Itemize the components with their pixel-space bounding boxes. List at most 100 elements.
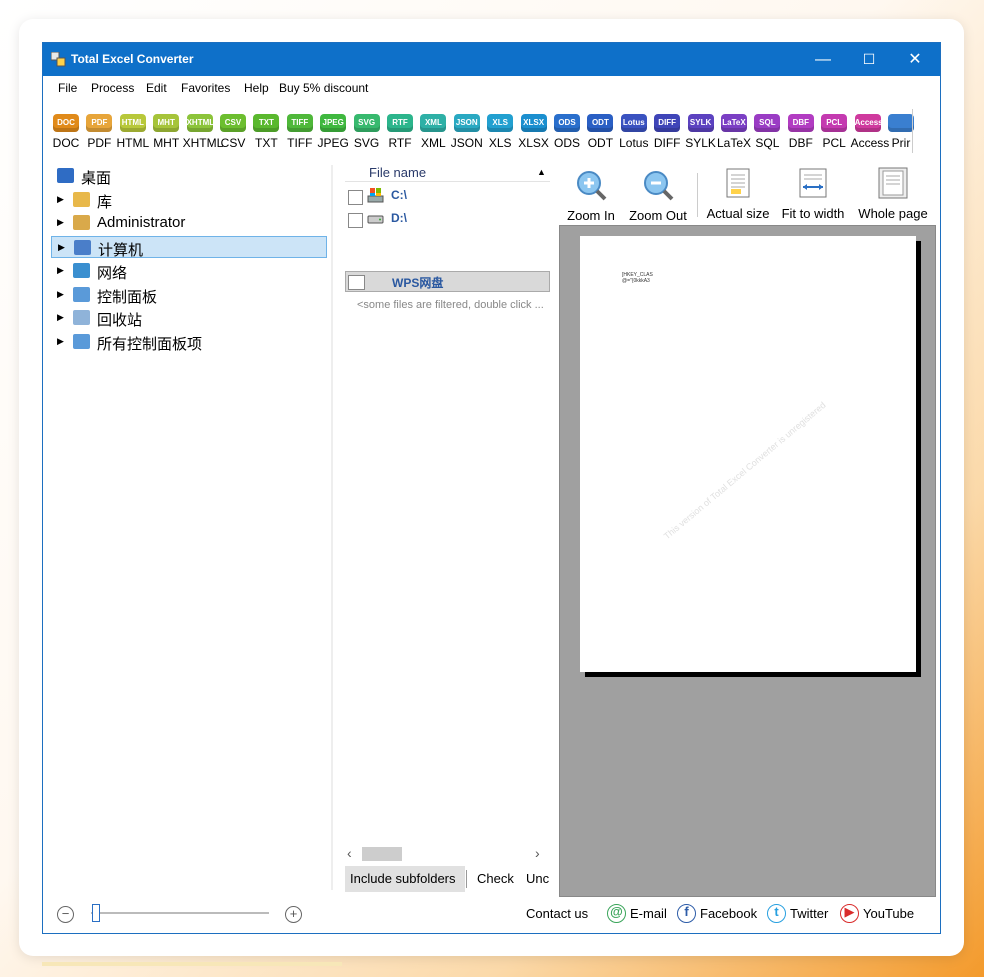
tree-item[interactable]: ▶ Administrator [51, 212, 327, 234]
tree-item[interactable]: ▶ 回收站 [51, 307, 327, 329]
list-item[interactable]: D:\ [345, 208, 550, 229]
youtube-link[interactable]: YouTube [863, 906, 914, 921]
file-list-header[interactable]: File name ▲ [345, 165, 550, 182]
twitter-icon[interactable]: t [767, 904, 786, 923]
format-latex-button[interactable]: LaTeX LaTeX [717, 101, 751, 150]
format-rtf-button[interactable]: RTF RTF [383, 101, 417, 150]
menu-buy-discount[interactable]: Buy 5% discount [279, 81, 368, 95]
format-diff-icon: DIFF [654, 114, 681, 132]
expand-arrow-icon[interactable]: ▶ [57, 336, 64, 347]
format-xhtml-button[interactable]: XHTML XHTML [183, 101, 223, 150]
control-panel-icon [73, 286, 90, 302]
format-diff-button[interactable]: DIFF DIFF [650, 101, 684, 150]
scroll-thumb[interactable] [362, 847, 402, 861]
expand-arrow-icon[interactable]: ▶ [58, 242, 65, 253]
item-checkbox[interactable] [348, 275, 365, 290]
format-pdf-button[interactable]: PDF PDF [82, 101, 116, 150]
status-bar: − + Contact us @ E-mail f Facebook t Twitter ▶… [43, 901, 940, 931]
format-svg-button[interactable]: SVG SVG [350, 101, 384, 150]
fit-to-width-button[interactable]: Fit to width [777, 165, 849, 221]
tree-item[interactable]: ▶ 库 [51, 189, 327, 211]
check-button[interactable]: Check [477, 871, 514, 886]
format-xlsx-button[interactable]: XLSX XLSX [517, 101, 551, 150]
format-jpeg-button[interactable]: JPEG JPEG [316, 101, 350, 150]
maximize-button[interactable]: ☐ [846, 43, 892, 76]
menu-favorites[interactable]: Favorites [181, 81, 230, 95]
tree-item[interactable]: ▶ 网络 [51, 260, 327, 282]
contact-us-label: Contact us [526, 906, 589, 921]
minimize-button[interactable]: — [800, 43, 846, 76]
tree-item[interactable]: ▶ 计算机 [51, 236, 327, 259]
format-label: XLSX [518, 136, 549, 150]
expand-arrow-icon[interactable]: ▶ [57, 217, 64, 228]
format-label: Access [850, 136, 890, 150]
uncheck-button[interactable]: Unc [526, 871, 549, 886]
email-link[interactable]: E-mail [630, 906, 667, 921]
scroll-right-icon[interactable]: › [535, 845, 540, 861]
item-checkbox[interactable] [348, 213, 363, 228]
format-label: SQL [755, 136, 780, 150]
unregistered-watermark: This version of Total Excel Converter is… [661, 399, 828, 542]
format-tiff-button[interactable]: TIFF TIFF [283, 101, 317, 150]
tree-splitter[interactable] [331, 165, 333, 890]
format-doc-button[interactable]: DOC DOC [49, 101, 83, 150]
tree-item[interactable]: ▶ 所有控制面板项 [51, 331, 327, 353]
format-mht-button[interactable]: MHT MHT [149, 101, 183, 150]
facebook-icon[interactable]: f [677, 904, 696, 923]
title-bar[interactable]: Total Excel Converter — ☐ ✕ [43, 43, 940, 76]
include-subfolders-button[interactable]: Include subfolders [345, 866, 465, 892]
zoom-in-button[interactable]: Zoom In [565, 165, 617, 223]
expand-arrow-icon[interactable]: ▶ [57, 194, 64, 205]
format-lotus-button[interactable]: Lotus Lotus [617, 101, 651, 150]
format-label: Lotus [619, 136, 649, 150]
email-icon[interactable]: @ [607, 904, 626, 923]
file-name-column[interactable]: File name [369, 165, 426, 180]
format-txt-button[interactable]: TXT TXT [249, 101, 283, 150]
format-sql-icon: SQL [754, 114, 781, 132]
item-checkbox[interactable] [348, 190, 363, 205]
menu-help[interactable]: Help [244, 81, 269, 95]
actual-size-button[interactable]: Actual size [705, 165, 771, 221]
facebook-link[interactable]: Facebook [700, 906, 757, 921]
list-item-selected[interactable]: WPS网盘 [345, 271, 550, 292]
horizontal-scrollbar[interactable]: ‹ › [345, 845, 550, 863]
menu-edit[interactable]: Edit [146, 81, 167, 95]
format-odt-icon: ODT [587, 114, 614, 132]
format-label: DBF [788, 136, 813, 150]
format-label: JPEG [317, 136, 349, 150]
format-label: DOC [52, 136, 80, 150]
zoom-slider-thumb[interactable] [91, 904, 100, 922]
window-title: Total Excel Converter [71, 52, 194, 66]
format-xls-button[interactable]: XLS XLS [483, 101, 517, 150]
format-odt-button[interactable]: ODT ODT [583, 101, 617, 150]
scroll-left-icon[interactable]: ‹ [347, 845, 352, 861]
format-json-button[interactable]: JSON JSON [450, 101, 484, 150]
whole-page-button[interactable]: Whole page [854, 165, 932, 221]
zoom-plus-icon[interactable]: + [285, 906, 302, 923]
page-text-line-2: @="{0kkkA3 [622, 278, 650, 284]
expand-arrow-icon[interactable]: ▶ [57, 312, 64, 323]
expand-arrow-icon[interactable]: ▶ [57, 289, 64, 300]
format-html-button[interactable]: HTML HTML [116, 101, 150, 150]
menu-file[interactable]: File [58, 81, 77, 95]
preview-area[interactable]: [HKEY_CLAS @="{0kkkA3 This version of To… [559, 225, 936, 897]
zoom-minus-icon[interactable]: − [57, 906, 74, 923]
twitter-link[interactable]: Twitter [790, 906, 828, 921]
zoom-out-button[interactable]: Zoom Out [627, 165, 689, 223]
expand-arrow-icon[interactable]: ▶ [57, 265, 64, 276]
menu-process[interactable]: Process [91, 81, 134, 95]
format-ods-button[interactable]: ODS ODS [550, 101, 584, 150]
format-sql-button[interactable]: SQL SQL [750, 101, 784, 150]
tree-item[interactable]: ▶ 控制面板 [51, 284, 327, 306]
format-sylk-button[interactable]: SYLK SYLK [684, 101, 718, 150]
format-dbf-button[interactable]: DBF DBF [784, 101, 818, 150]
format-pcl-button[interactable]: PCL PCL [817, 101, 851, 150]
close-button[interactable]: ✕ [892, 43, 938, 76]
zoom-slider-track[interactable] [91, 912, 269, 914]
tree-item[interactable]: 桌面 [51, 165, 327, 187]
format-access-button[interactable]: Access Access [850, 101, 890, 150]
youtube-icon[interactable]: ▶ [840, 904, 859, 923]
format-xml-button[interactable]: XML XML [416, 101, 450, 150]
list-item[interactable]: C:\ [345, 185, 550, 206]
format-csv-button[interactable]: CSV CSV [216, 101, 250, 150]
